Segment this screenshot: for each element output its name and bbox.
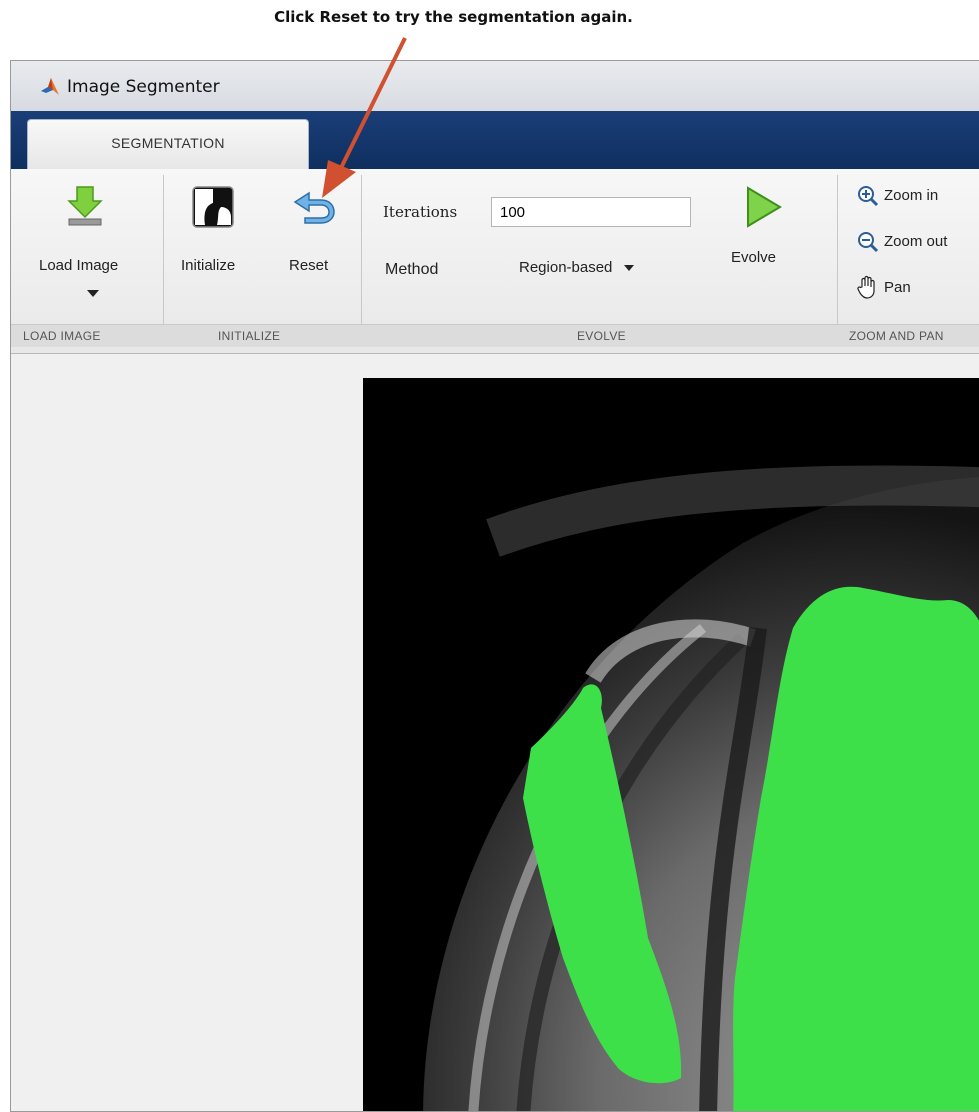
toolstrip: Load Image Initialize Reset Iterations M… [11, 169, 979, 354]
left-panel [11, 354, 361, 1111]
separator [361, 175, 362, 345]
chevron-down-icon[interactable] [86, 289, 100, 299]
image-display[interactable] [363, 378, 979, 1111]
section-label-load-image: LOAD IMAGE [23, 329, 101, 343]
matlab-logo-icon [41, 78, 59, 95]
callout-text: Click Reset to try the segmentation agai… [274, 8, 633, 26]
pan-hand-icon[interactable] [857, 275, 879, 299]
initialize-icon[interactable] [191, 185, 235, 229]
evolve-play-icon[interactable] [744, 185, 784, 229]
chevron-down-icon [623, 265, 634, 272]
section-label-evolve: EVOLVE [577, 329, 626, 343]
initialize-button[interactable]: Initialize [181, 257, 235, 274]
zoom-out-button[interactable]: Zoom out [884, 233, 947, 250]
evolve-button[interactable]: Evolve [731, 249, 776, 266]
window-title: Image Segmenter [67, 77, 220, 97]
title-bar: Image Segmenter [11, 61, 979, 111]
tab-strip: SEGMENTATION [11, 111, 979, 172]
method-label: Method [385, 261, 439, 278]
section-label-bar: LOAD IMAGE INITIALIZE EVOLVE ZOOM AND PA… [11, 324, 979, 347]
separator [163, 175, 164, 345]
image-segmenter-window: Image Segmenter SEGMENTATION Load Image … [10, 60, 979, 1112]
pan-button[interactable]: Pan [884, 279, 911, 296]
load-image-button[interactable]: Load Image [39, 257, 118, 274]
load-image-icon[interactable] [65, 185, 105, 229]
reset-button[interactable]: Reset [289, 257, 328, 274]
separator [837, 175, 838, 345]
zoom-out-icon[interactable] [857, 231, 879, 253]
section-label-initialize: INITIALIZE [218, 329, 281, 343]
tab-segmentation[interactable]: SEGMENTATION [27, 119, 309, 172]
segmented-image [363, 378, 979, 1111]
method-dropdown[interactable]: Region-based [519, 259, 635, 276]
section-label-zoom-and-pan: ZOOM AND PAN [849, 329, 944, 343]
zoom-in-button[interactable]: Zoom in [884, 187, 938, 204]
iterations-label: Iterations [383, 203, 458, 221]
iterations-input[interactable] [491, 197, 691, 227]
zoom-in-icon[interactable] [857, 185, 879, 207]
method-dropdown-value: Region-based [519, 259, 613, 276]
reset-undo-icon[interactable] [291, 187, 337, 227]
